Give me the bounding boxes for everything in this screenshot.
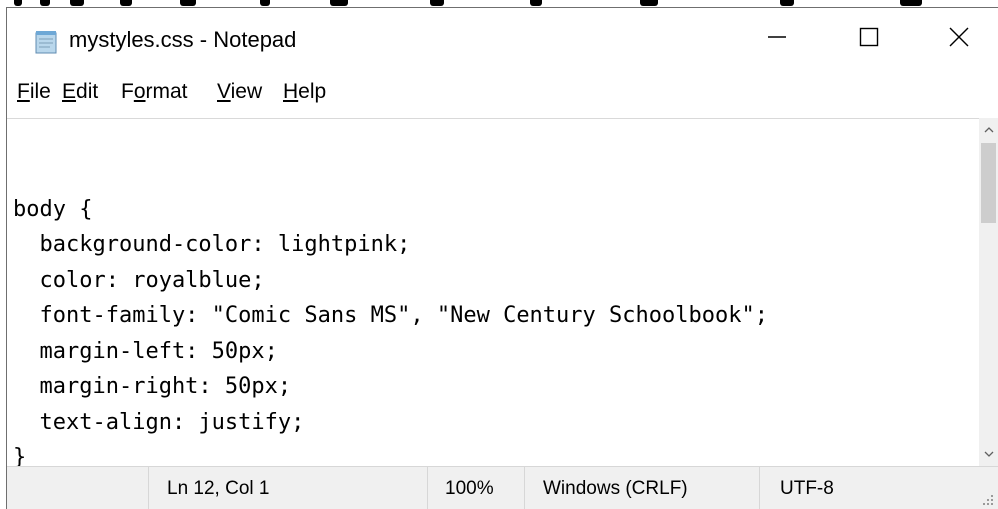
- chevron-up-icon: [984, 121, 994, 139]
- scroll-down-button[interactable]: [979, 444, 998, 464]
- menu-help[interactable]: Help: [283, 78, 326, 106]
- status-zoom: 100%: [445, 478, 494, 499]
- menu-bar: File Edit Format View Help: [7, 70, 998, 116]
- editor-line[interactable]: color: royalblue;: [13, 263, 768, 299]
- editor-line[interactable]: margin-right: 50px;: [13, 369, 768, 405]
- minimize-button[interactable]: [731, 8, 823, 70]
- menu-view[interactable]: View: [217, 78, 262, 106]
- minimize-icon: [767, 27, 787, 52]
- status-divider: [427, 467, 428, 509]
- maximize-icon: [859, 27, 879, 52]
- editor-line[interactable]: text-align: justify;: [13, 405, 768, 441]
- status-encoding: UTF-8: [780, 478, 834, 499]
- notepad-window: mystyles.css - Notepad File Edit Format …: [6, 7, 998, 509]
- chevron-down-icon: [984, 445, 994, 463]
- status-divider: [524, 467, 525, 509]
- editor-line[interactable]: [13, 156, 768, 192]
- menu-edit[interactable]: Edit: [62, 78, 98, 106]
- editor-line[interactable]: margin-left: 50px;: [13, 334, 768, 370]
- cropped-background-text: [0, 0, 998, 7]
- resize-grip-icon[interactable]: [979, 491, 995, 507]
- close-button[interactable]: [913, 8, 998, 70]
- status-line-ending: Windows (CRLF): [543, 478, 688, 499]
- editor-line[interactable]: background-color: lightpink;: [13, 227, 768, 263]
- menu-format[interactable]: Format: [121, 78, 188, 106]
- scroll-up-button[interactable]: [979, 120, 998, 140]
- scroll-thumb[interactable]: [981, 143, 996, 223]
- status-position: Ln 12, Col 1: [167, 478, 270, 499]
- text-editor[interactable]: body { background-color: lightpink; colo…: [7, 118, 979, 466]
- window-title: mystyles.css - Notepad: [69, 27, 297, 52]
- title-bar[interactable]: mystyles.css - Notepad: [7, 8, 998, 70]
- editor-line[interactable]: body {: [13, 192, 768, 228]
- vertical-scrollbar[interactable]: [979, 118, 998, 466]
- close-icon: [949, 27, 969, 52]
- maximize-button[interactable]: [823, 8, 915, 70]
- editor-line[interactable]: }: [13, 440, 768, 466]
- status-bar: Ln 12, Col 1 100% Windows (CRLF) UTF-8: [7, 466, 998, 509]
- status-divider: [759, 467, 760, 509]
- editor-line[interactable]: font-family: "Comic Sans MS", "New Centu…: [13, 298, 768, 334]
- notepad-icon[interactable]: [33, 29, 59, 55]
- status-divider: [148, 467, 149, 509]
- menu-file[interactable]: File: [17, 78, 51, 106]
- editor-content[interactable]: body { background-color: lightpink; colo…: [13, 156, 768, 467]
